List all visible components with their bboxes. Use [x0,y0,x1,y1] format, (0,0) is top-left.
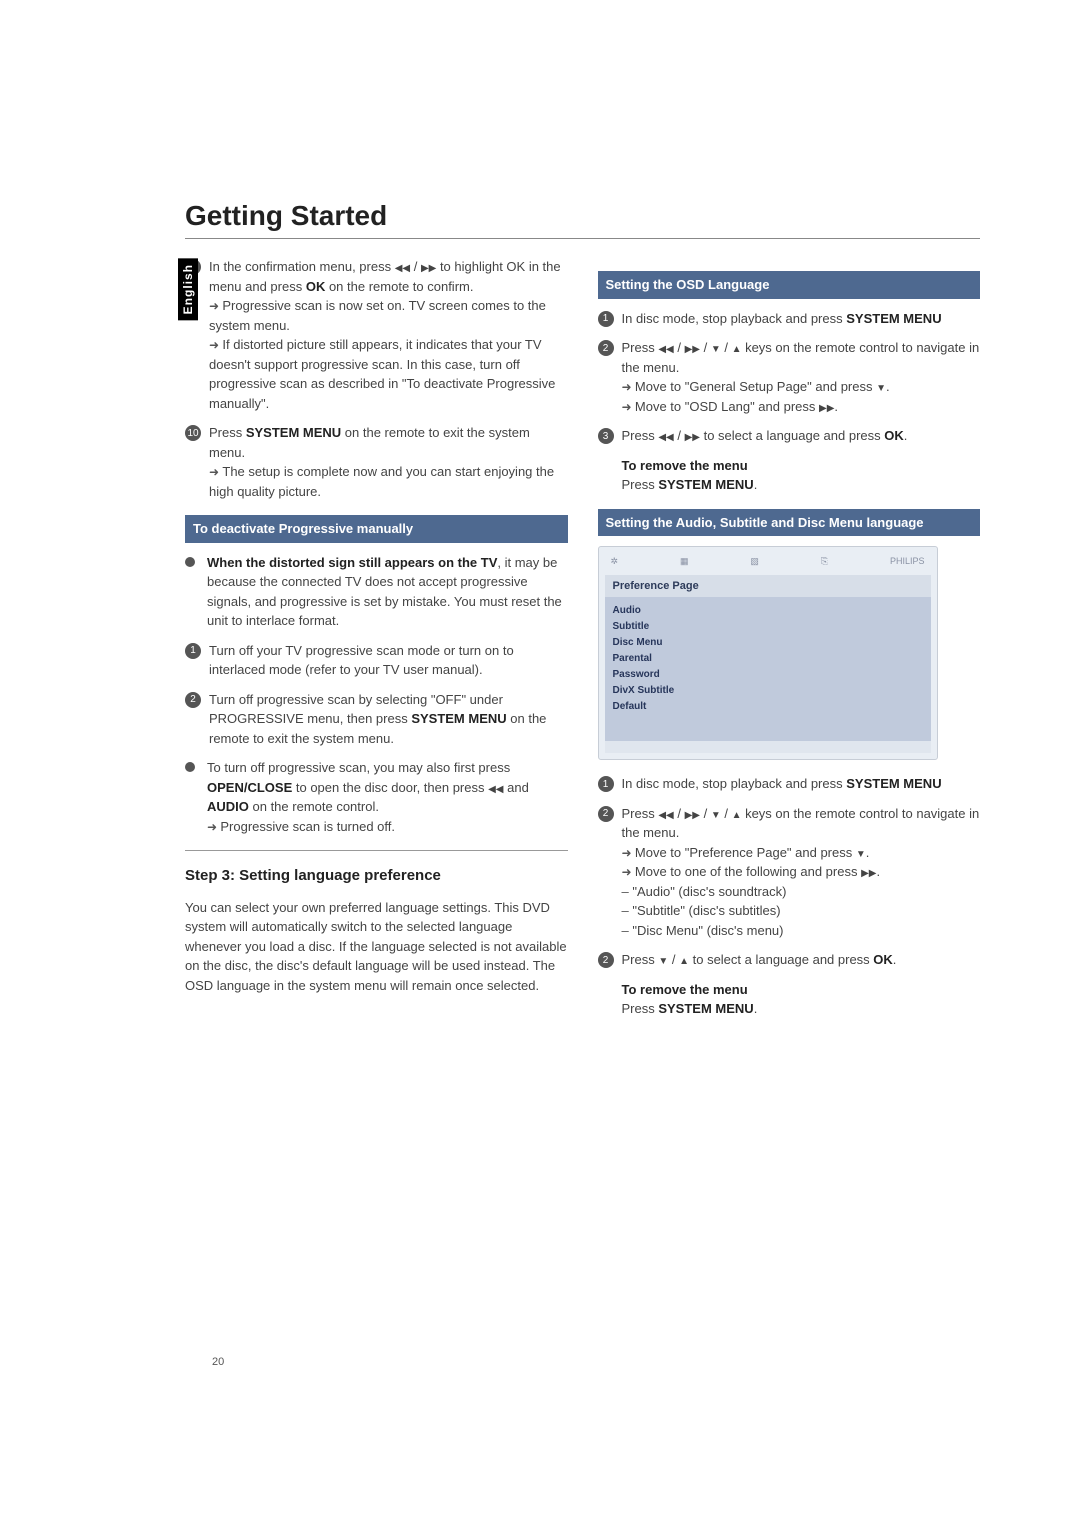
result-arrow-1: Progressive scan is now set on. TV scree… [209,296,568,335]
down-icon [856,845,866,860]
step-marker-10: 10 [185,425,201,441]
menu-item-password: Password [613,667,923,683]
r-step-1-text: In disc mode, stop playback and press SY… [622,309,942,329]
down-icon [711,340,721,355]
sidebar-language-tab: English [178,258,198,320]
step3-paragraph: You can select your own preferred langua… [185,898,568,996]
tab-icon-exit: ⎘ [821,555,828,569]
step3-heading: Step 3: Setting language preference [185,865,568,888]
r-step-2-text: Press / / / keys on the remote control t… [622,338,981,416]
tab-icon-video: ▧ [750,555,759,569]
down-icon [711,806,721,821]
dash-subtitle: "Subtitle" (disc's subtitles) [622,901,981,921]
result-arrow-3: The setup is complete now and you can st… [209,462,568,501]
tab-brand-philips: PHILIPS [890,555,925,569]
r-arrow-1: Move to "General Setup Page" and press . [622,377,981,397]
step-1-text: Turn off your TV progressive scan mode o… [209,641,568,680]
step-2-text: Turn off progressive scan by selecting "… [209,690,568,749]
up-icon [679,952,689,967]
step-9-text: In the confirmation menu, press / to hig… [209,257,568,413]
down-icon [658,952,668,967]
dash-discmenu: "Disc Menu" (disc's menu) [622,921,981,941]
title-divider [185,238,980,239]
remove-menu-h2: To remove the menu [622,980,981,1000]
menu-item-parental: Parental [613,651,923,667]
section-bar-asd: Setting the Audio, Subtitle and Disc Men… [598,509,981,537]
page-number: 20 [212,1356,224,1368]
rb-step-1-text: In disc mode, stop playback and press SY… [622,774,942,794]
forward-icon [685,428,700,443]
menu-item-default: Default [613,699,923,715]
menu-item-divx: DivX Subtitle [613,683,923,699]
bullet-marker-2 [185,762,195,772]
menu-tab-row: ✲ ▦ ▧ ⎘ PHILIPS [605,553,931,575]
section-bar-osd: Setting the OSD Language [598,271,981,299]
rewind-icon [658,340,673,355]
result-arrow-2: If distorted picture still appears, it i… [209,335,568,413]
remove-menu-t1: Press SYSTEM MENU. [622,475,981,495]
rewind-icon [395,259,410,274]
bullet-marker-1 [185,557,195,567]
step-10-text: Press SYSTEM MENU on the remote to exit … [209,423,568,501]
rb-step-marker-2: 2 [598,806,614,822]
right-column: Setting the OSD Language 1 In disc mode,… [598,257,981,1029]
r-step-3-text: Press / to select a language and press O… [622,426,908,446]
rewind-icon [658,428,673,443]
step-marker-2: 2 [185,692,201,708]
step-marker-1: 1 [185,643,201,659]
down-icon [876,379,886,394]
rewind-icon [488,780,503,795]
r-step-marker-1: 1 [598,311,614,327]
section-bar-deactivate: To deactivate Progressive manually [185,515,568,543]
menu-footer-bar [605,741,931,753]
forward-icon [421,259,436,274]
result-arrow-4: Progressive scan is turned off. [207,817,568,837]
menu-item-audio: Audio [613,603,923,619]
forward-icon [685,806,700,821]
remove-menu-t2: Press SYSTEM MENU. [622,999,981,1019]
rb-arrow-1: Move to "Preference Page" and press . [622,843,981,863]
rb-step-marker-2b: 2 [598,952,614,968]
up-icon [732,806,742,821]
menu-item-discmenu: Disc Menu [613,635,923,651]
menu-item-subtitle: Subtitle [613,619,923,635]
forward-icon [819,399,834,414]
r-arrow-2: Move to "OSD Lang" and press . [622,397,981,417]
dash-audio: "Audio" (disc's soundtrack) [622,882,981,902]
r-step-marker-2: 2 [598,340,614,356]
page-title: Getting Started [185,200,980,232]
tab-icon-audio: ▦ [680,555,689,569]
remove-menu-h1: To remove the menu [622,456,981,476]
rb-step-marker-1: 1 [598,776,614,792]
rb-step-2b-text: Press / to select a language and press O… [622,950,897,970]
forward-icon [861,864,876,879]
bullet-2-text: To turn off progressive scan, you may al… [207,758,568,836]
thin-divider [185,850,568,851]
bullet-1-text: When the distorted sign still appears on… [207,553,568,631]
osd-menu-screenshot: ✲ ▦ ▧ ⎘ PHILIPS Preference Page Audio Su… [598,546,938,760]
forward-icon [685,340,700,355]
menu-page-title: Preference Page [605,575,931,598]
rb-arrow-2: Move to one of the following and press . [622,862,981,882]
rb-step-2-text: Press / / / keys on the remote control t… [622,804,981,941]
rewind-icon [658,806,673,821]
tab-icon-general: ✲ [611,555,619,569]
r-step-marker-3: 3 [598,428,614,444]
up-icon [732,340,742,355]
left-column: 9 In the confirmation menu, press / to h… [185,257,568,1029]
